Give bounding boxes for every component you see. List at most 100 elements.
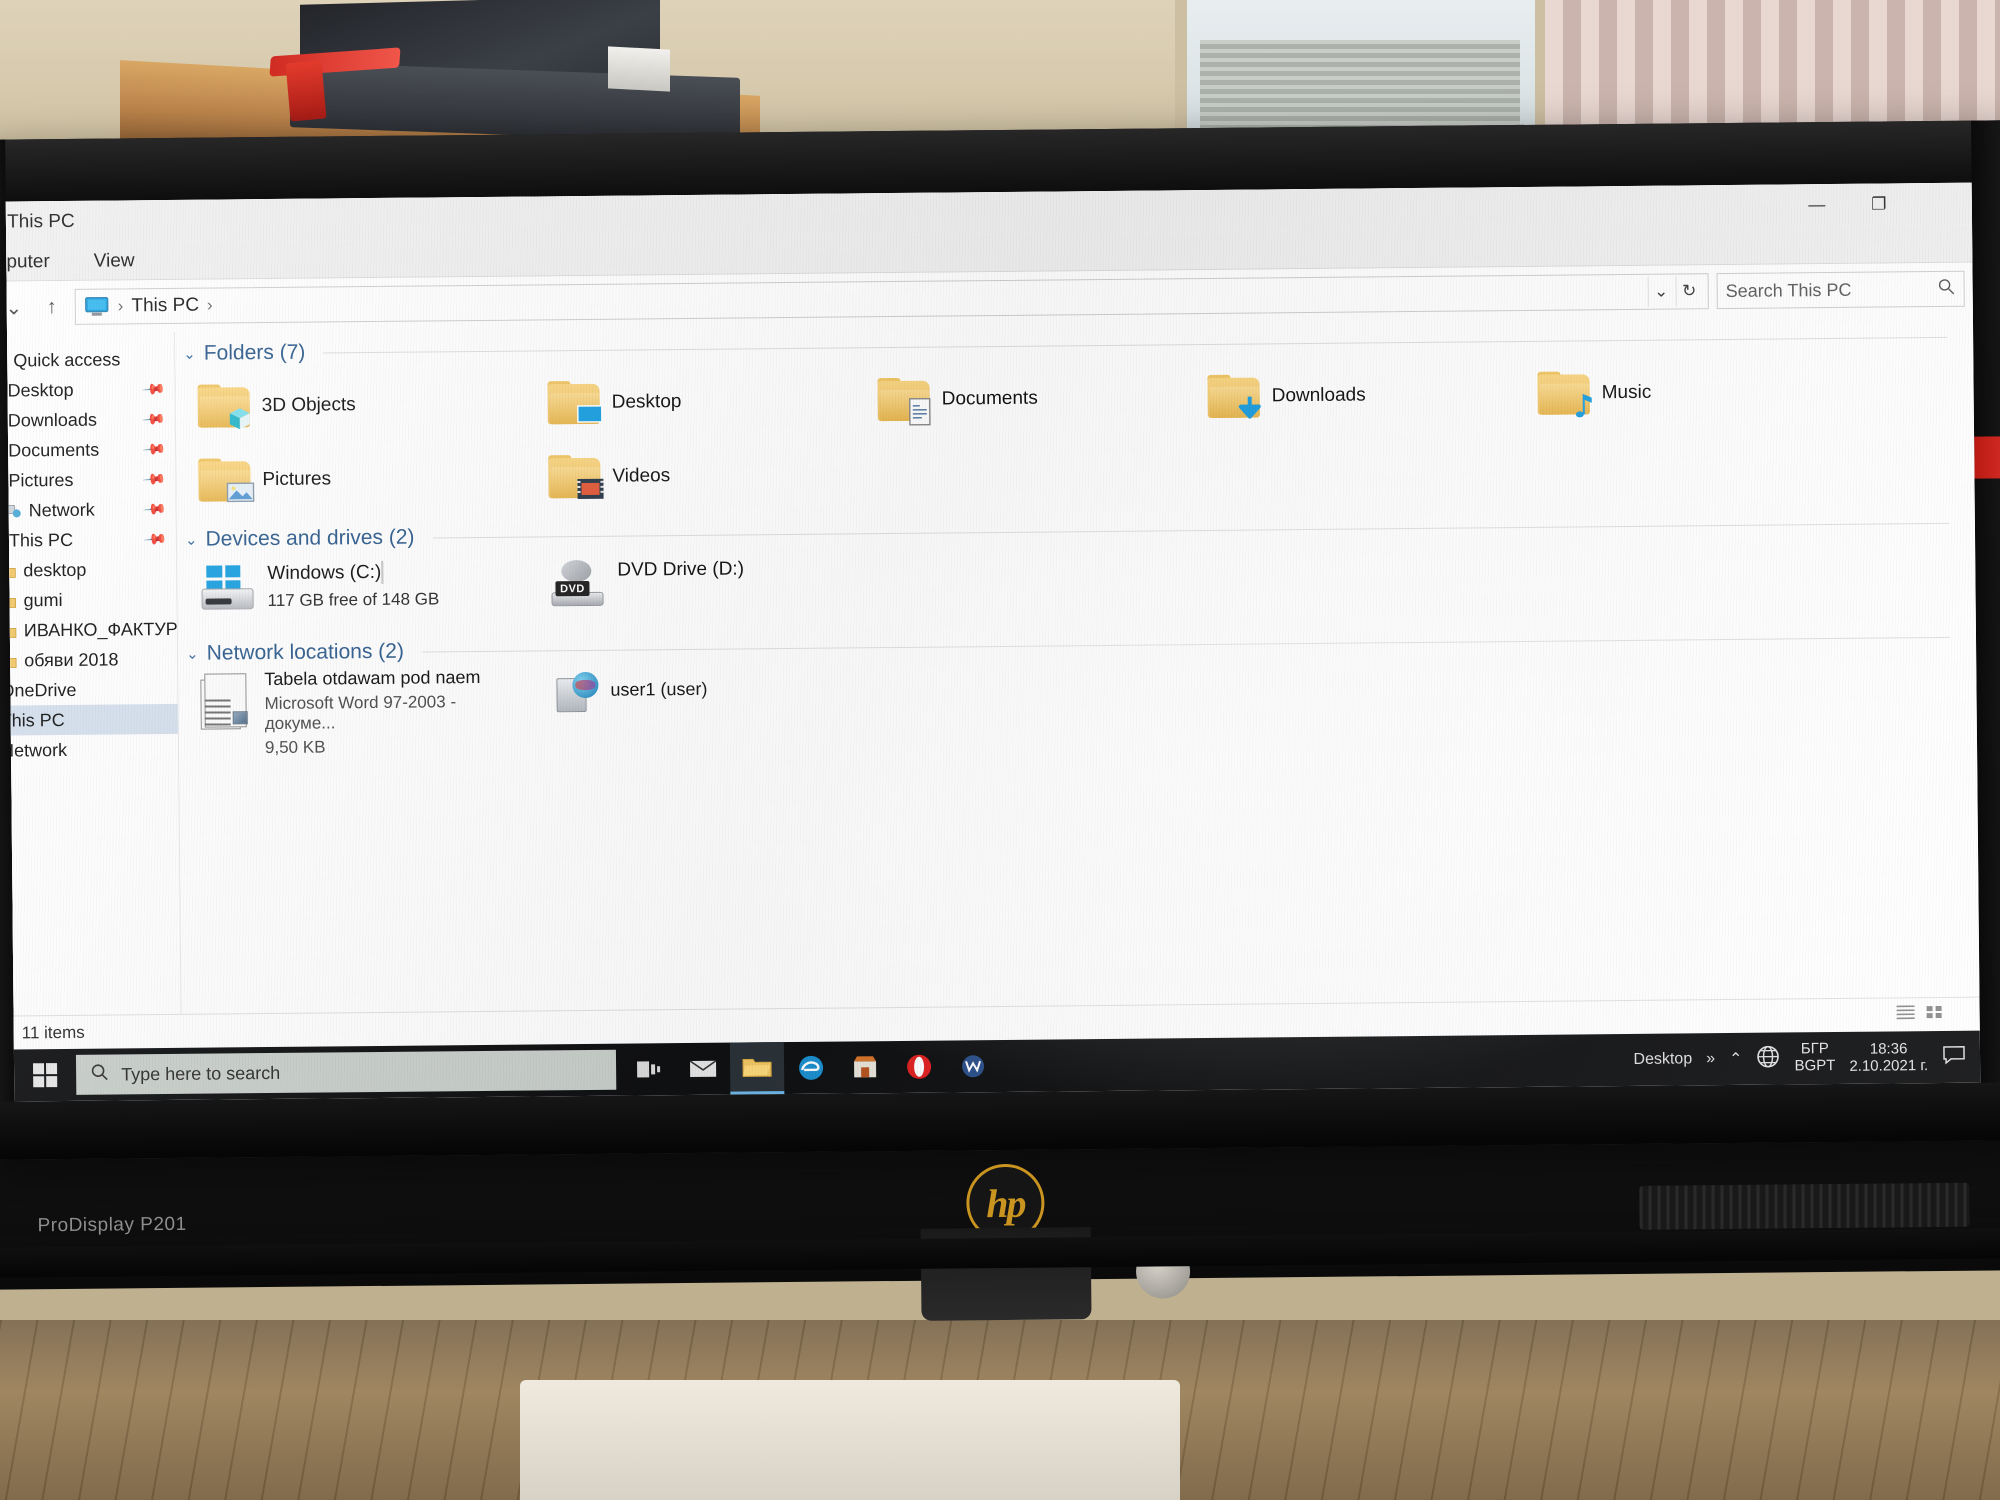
- word-document-icon: [200, 673, 253, 731]
- sidebar-item-label: Quick access: [13, 348, 121, 370]
- language-indicator[interactable]: БГР BGPT: [1794, 1040, 1836, 1075]
- list-item[interactable]: Music: [1515, 356, 1651, 431]
- group-rule: [323, 336, 1948, 353]
- folder-label: Desktop: [611, 391, 682, 413]
- microsoft-store-icon[interactable]: [838, 1041, 892, 1094]
- edge-browser-icon[interactable]: [784, 1042, 838, 1095]
- search-icon[interactable]: [1938, 277, 1956, 300]
- pin-icon[interactable]: 📌: [142, 496, 168, 522]
- sidebar-item-ivanko-fakturi[interactable]: ИВАНКО_ФАКТУРИ: [5, 614, 182, 646]
- notification-icon[interactable]: [1942, 1044, 1966, 1069]
- item-count: 11 items: [21, 1022, 85, 1042]
- maximize-button[interactable]: ❐: [1848, 183, 1910, 226]
- content-pane: ⌄ Folders (7) 3D Objects Desktop Documen…: [175, 315, 1979, 1014]
- search-placeholder: Search This PC: [1725, 279, 1852, 301]
- refresh-icon[interactable]: ↻: [1675, 276, 1702, 307]
- desktop-peek-label[interactable]: Desktop: [1633, 1050, 1692, 1069]
- group-title: Devices and drives (2): [205, 525, 415, 551]
- chevron-down-icon[interactable]: ⌄: [186, 645, 199, 663]
- large-icons-view-icon[interactable]: [1926, 1004, 1944, 1025]
- file-explorer-icon[interactable]: [729, 1042, 785, 1095]
- sidebar-item-pictures[interactable]: Pictures 📌: [6, 464, 177, 496]
- tab-view[interactable]: View: [72, 245, 157, 280]
- list-item[interactable]: Windows (C:) 117 GB free of 148 GB: [177, 553, 528, 638]
- breadcrumb-this-pc[interactable]: This PC: [131, 295, 199, 318]
- sidebar-item-label: Desktop: [7, 379, 74, 401]
- sidebar-item-downloads[interactable]: Downloads 📌: [6, 404, 176, 436]
- task-view-icon[interactable]: [622, 1043, 676, 1096]
- details-view-icon[interactable]: [1896, 1004, 1916, 1025]
- music-note-icon: [1575, 393, 1592, 418]
- folder-icon: [1207, 374, 1261, 419]
- address-dropdown-icon[interactable]: ⌄: [1647, 276, 1674, 307]
- sidebar-item-label: Downloads: [7, 409, 97, 431]
- sidebar-item-obyavi-2018[interactable]: обяви 2018: [5, 644, 179, 676]
- list-item[interactable]: 3D Objects: [175, 367, 526, 444]
- up-button[interactable]: ↑: [37, 292, 67, 322]
- list-item[interactable]: Tabela otdawam pod naem Microsoft Word 9…: [178, 667, 529, 760]
- sidebar-item-desktop[interactable]: Desktop 📌: [6, 374, 176, 406]
- network-item-name: Tabela otdawam pod naem: [264, 666, 481, 690]
- monitor: ProDisplay P201 hp | This PC — ❐ ✕: [0, 120, 2000, 1321]
- list-item[interactable]: user1 (user): [528, 665, 708, 757]
- list-item[interactable]: Videos: [526, 437, 857, 514]
- folder-label: 3D Objects: [261, 394, 356, 417]
- drive-label: Windows (C:): [267, 561, 382, 585]
- folder-icon: [1537, 371, 1592, 418]
- list-item[interactable]: Documents: [855, 360, 1186, 437]
- chevron-up-icon[interactable]: ⌃: [1729, 1049, 1743, 1069]
- mail-icon[interactable]: [676, 1043, 730, 1096]
- drive-usage-bar: [381, 560, 384, 584]
- sidebar-item-onedrive[interactable]: OneDrive: [6, 674, 179, 706]
- list-item[interactable]: Desktop: [525, 363, 856, 440]
- sidebar-item-network[interactable]: › Network 📌: [5, 494, 177, 526]
- sidebar-item-network-root[interactable]: Network: [6, 734, 179, 766]
- folder-icon: [547, 381, 603, 426]
- breadcrumb-separator-end[interactable]: ›: [207, 296, 213, 316]
- language-line2: BGPT: [1794, 1057, 1836, 1075]
- dvd-badge: DVD: [555, 580, 590, 597]
- opera-browser-icon[interactable]: [892, 1041, 946, 1094]
- sidebar-item-this-pc-quick[interactable]: This PC 📌: [6, 524, 177, 556]
- viber-icon[interactable]: [946, 1040, 1000, 1093]
- tab-computer[interactable]: Computer: [6, 246, 72, 281]
- view-mode-buttons[interactable]: [1896, 1004, 1944, 1025]
- sidebar-item-desktop-sub[interactable]: desktop: [5, 554, 178, 586]
- clock[interactable]: 18:36 2.10.2021 г.: [1849, 1040, 1928, 1075]
- chevron-down-icon[interactable]: ⌄: [183, 345, 196, 363]
- pin-icon[interactable]: 📌: [143, 526, 169, 552]
- list-item[interactable]: DVD DVD Drive (D:): [527, 550, 744, 634]
- list-item[interactable]: Downloads: [1185, 357, 1516, 434]
- pin-icon[interactable]: 📌: [142, 466, 168, 492]
- pin-icon[interactable]: 📌: [141, 376, 167, 402]
- pin-icon[interactable]: 📌: [142, 436, 168, 462]
- recent-locations-caret-icon[interactable]: ⌄: [6, 292, 29, 322]
- monitor-model-label: ProDisplay P201: [37, 1213, 187, 1237]
- sidebar-item-documents[interactable]: Documents 📌: [6, 434, 177, 466]
- list-item[interactable]: Pictures: [176, 441, 527, 518]
- sidebar-item-quick-access[interactable]: ⌄ Quick access: [6, 344, 176, 376]
- search-box[interactable]: Search This PC: [1716, 270, 1965, 310]
- drive-row: Windows (C:) 117 GB free of 148 GB DVD D…: [177, 539, 1976, 638]
- sidebar-item-this-pc[interactable]: This PC: [5, 703, 179, 736]
- sidebar-item-gumi[interactable]: gumi: [5, 584, 178, 616]
- globe-icon[interactable]: [1756, 1044, 1780, 1073]
- sidebar-item-label: Network: [5, 739, 68, 761]
- folder-icon: [197, 384, 252, 430]
- dvd-drive-icon: DVD: [549, 559, 605, 607]
- search-input[interactable]: Type here to search: [75, 1049, 617, 1095]
- photo-icon: [226, 482, 255, 503]
- window-title: This PC: [7, 210, 75, 233]
- chevron-down-icon[interactable]: ⌄: [185, 531, 198, 549]
- minimize-button[interactable]: —: [1786, 184, 1848, 227]
- sidebar-item-label: обяви 2018: [24, 648, 119, 670]
- windows-start-icon[interactable]: [14, 1049, 76, 1102]
- window-controls: — ❐ ✕: [1786, 183, 1972, 227]
- pin-icon[interactable]: 📌: [142, 406, 168, 432]
- drive-free-text: 117 GB free of 148 GB: [267, 589, 440, 611]
- sidebar-item-label: desktop: [23, 559, 87, 580]
- overflow-icon[interactable]: »: [1706, 1050, 1715, 1068]
- group-rule: [432, 522, 1949, 538]
- address-bar[interactable]: › This PC › ⌄ ↻: [74, 273, 1709, 325]
- this-pc-icon: [84, 296, 110, 317]
